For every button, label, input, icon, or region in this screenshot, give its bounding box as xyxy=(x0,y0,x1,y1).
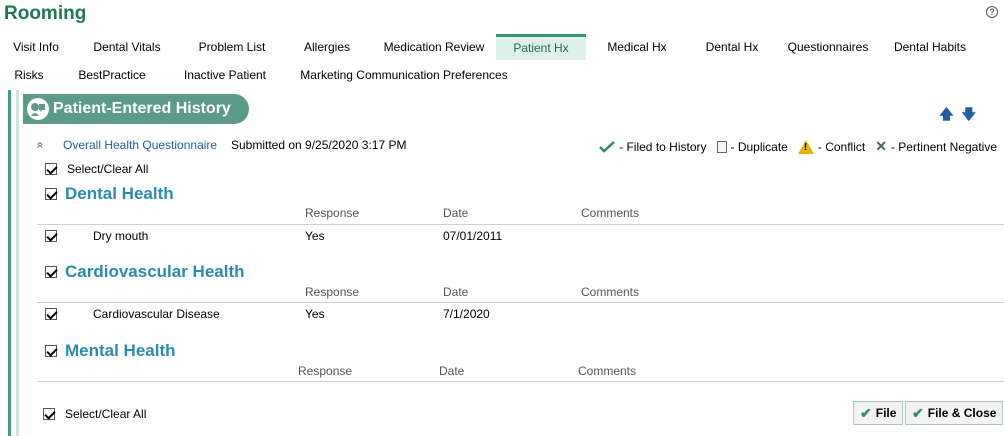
file-check-icon: ✔ xyxy=(860,405,872,421)
section-header: Patient-Entered History xyxy=(23,94,249,124)
tab-marketing-communication-preferences[interactable]: Marketing Communication Preferences xyxy=(284,62,524,88)
filed-check-icon xyxy=(599,140,615,153)
item-checkbox[interactable] xyxy=(45,230,57,242)
tab-bestpractice[interactable]: BestPractice xyxy=(58,62,166,88)
category-title: Dental Health xyxy=(65,184,174,203)
collapse-chevron-icon[interactable]: « xyxy=(33,142,47,149)
col-response: Response xyxy=(305,285,360,299)
select-all-bottom: Select/Clear All xyxy=(43,407,146,421)
item-response: Yes xyxy=(305,229,325,243)
select-all-label: Select/Clear All xyxy=(65,407,147,421)
tab-dental-vitals[interactable]: Dental Vitals xyxy=(72,34,182,60)
legend-filed: - Filed to History xyxy=(599,139,707,154)
history-panel: Patient-Entered History 🡅🡇 « Overall Hea… xyxy=(8,90,1004,436)
item-date: 7/1/2020 xyxy=(443,307,490,321)
patient-history-icon xyxy=(27,98,49,120)
legend-duplicate: - Duplicate xyxy=(716,139,788,154)
tab-dental-hx[interactable]: Dental Hx xyxy=(688,34,776,60)
legend-negative: ✕ - Pertinent Negative xyxy=(875,138,997,155)
col-comments: Comments xyxy=(581,206,640,220)
legend-duplicate-label: - Duplicate xyxy=(730,139,788,154)
file-button-label: File xyxy=(875,406,897,420)
tab-medication-review[interactable]: Medication Review xyxy=(372,34,496,60)
conflict-warning-icon xyxy=(797,139,814,154)
item-name: Cardiovascular Disease xyxy=(93,307,220,321)
col-comments: Comments xyxy=(581,285,640,299)
legend-conflict: - Conflict xyxy=(797,139,866,154)
tab-visit-info[interactable]: Visit Info xyxy=(0,34,72,60)
category-title: Cardiovascular Health xyxy=(65,262,245,281)
legend-filed-label: - Filed to History xyxy=(619,139,707,154)
col-date: Date xyxy=(443,285,469,299)
category-checkbox[interactable] xyxy=(45,188,57,200)
app-title: Rooming xyxy=(4,3,87,24)
select-all-checkbox[interactable] xyxy=(43,408,55,420)
item-response: Yes xyxy=(305,307,325,321)
tab-inactive-patient[interactable]: Inactive Patient xyxy=(166,62,284,88)
select-all-top: Select/Clear All xyxy=(45,162,148,176)
list-item xyxy=(45,308,57,320)
legend-negative-label: - Pertinent Negative xyxy=(890,139,997,154)
tab-row-2: Risks BestPractice Inactive Patient Mark… xyxy=(0,62,524,88)
category-checkbox[interactable] xyxy=(45,266,57,278)
col-date: Date xyxy=(439,364,465,378)
select-all-label: Select/Clear All xyxy=(67,162,149,176)
item-checkbox[interactable] xyxy=(45,308,57,320)
col-comments: Comments xyxy=(578,364,637,378)
category-cardiovascular-health: Cardiovascular Health xyxy=(45,262,245,282)
tab-medical-hx[interactable]: Medical Hx xyxy=(586,34,688,60)
file-close-check-icon: ✔ xyxy=(912,405,924,421)
pertinent-negative-icon: ✕ xyxy=(875,138,887,154)
col-response: Response xyxy=(305,206,360,220)
category-title: Mental Health xyxy=(65,341,176,360)
list-item xyxy=(45,230,57,242)
status-legend: - Filed to History - Duplicate - Conflic… xyxy=(599,138,997,155)
col-response: Response xyxy=(298,364,353,378)
nav-arrows: 🡅🡇 xyxy=(939,104,984,128)
tab-patient-hx[interactable]: Patient Hx xyxy=(496,34,586,60)
item-name: Dry mouth xyxy=(93,229,149,243)
tab-allergies[interactable]: Allergies xyxy=(282,34,372,60)
category-dental-health: Dental Health xyxy=(45,184,174,204)
divider xyxy=(37,224,1004,225)
legend-conflict-label: - Conflict xyxy=(817,139,866,154)
up-arrow-icon[interactable]: 🡅 xyxy=(939,106,961,122)
file-button[interactable]: ✔ File xyxy=(853,401,904,425)
section-title: Patient-Entered History xyxy=(53,100,231,117)
file-close-button[interactable]: ✔ File & Close xyxy=(905,401,1004,425)
tab-row-1: Visit Info Dental Vitals Problem List Al… xyxy=(0,34,980,60)
category-mental-health: Mental Health xyxy=(45,341,176,361)
questionnaire-row: « Overall Health Questionnaire Submitted… xyxy=(33,138,1004,155)
tab-problem-list[interactable]: Problem List xyxy=(182,34,282,60)
category-checkbox[interactable] xyxy=(45,345,57,357)
select-all-checkbox[interactable] xyxy=(45,163,57,175)
down-arrow-icon[interactable]: 🡇 xyxy=(962,106,984,122)
submitted-date: Submitted on 9/25/2020 3:17 PM xyxy=(231,138,407,152)
col-date: Date xyxy=(443,206,469,220)
help-icon[interactable]: ? xyxy=(986,6,998,18)
divider xyxy=(37,302,1004,303)
tab-dental-habits[interactable]: Dental Habits xyxy=(880,34,980,60)
tab-risks[interactable]: Risks xyxy=(0,62,58,88)
divider xyxy=(37,381,1004,382)
item-date: 07/01/2011 xyxy=(443,229,503,243)
file-close-button-label: File & Close xyxy=(927,406,997,420)
duplicate-icon xyxy=(716,140,727,153)
questionnaire-link[interactable]: Overall Health Questionnaire xyxy=(63,138,217,152)
tab-questionnaires[interactable]: Questionnaires xyxy=(776,34,880,60)
